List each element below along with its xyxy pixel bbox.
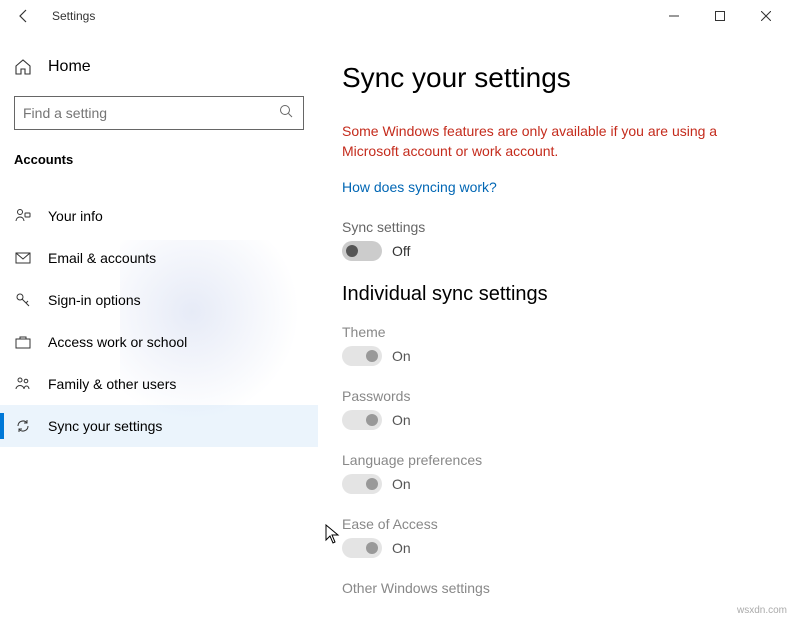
toggle-state: On — [392, 540, 411, 556]
sync-settings-label: Sync settings — [342, 219, 757, 235]
sync-icon — [14, 417, 34, 435]
search-input[interactable] — [23, 105, 279, 121]
language-toggle[interactable] — [342, 474, 382, 494]
warning-text: Some Windows features are only available… — [342, 122, 722, 161]
sidebar-item-family[interactable]: Family & other users — [0, 363, 318, 405]
people-icon — [14, 375, 34, 393]
sidebar-item-work[interactable]: Access work or school — [0, 321, 318, 363]
watermark: wsxdn.com — [737, 605, 787, 616]
category-title: Accounts — [0, 152, 318, 167]
theme-label: Theme — [342, 324, 757, 340]
search-box[interactable] — [14, 96, 304, 130]
toggle-state: On — [392, 476, 411, 492]
briefcase-icon — [14, 333, 34, 351]
app-title: Settings — [52, 9, 95, 23]
theme-toggle[interactable] — [342, 346, 382, 366]
sidebar-item-email[interactable]: Email & accounts — [0, 237, 318, 279]
maximize-button[interactable] — [697, 0, 743, 32]
language-label: Language preferences — [342, 452, 757, 468]
sidebar: Home Accounts Your info Email & accounts… — [0, 32, 318, 618]
sidebar-item-sync[interactable]: Sync your settings — [0, 405, 318, 447]
other-label: Other Windows settings — [342, 580, 757, 596]
titlebar: Settings — [0, 0, 789, 32]
ease-label: Ease of Access — [342, 516, 757, 532]
passwords-toggle[interactable] — [342, 410, 382, 430]
sidebar-item-label: Family & other users — [48, 376, 176, 392]
sidebar-item-label: Sign-in options — [48, 292, 141, 308]
toggle-state: On — [392, 412, 411, 428]
sidebar-item-label: Email & accounts — [48, 250, 156, 266]
section-title: Individual sync settings — [342, 283, 757, 306]
person-icon — [14, 207, 34, 225]
back-button[interactable] — [0, 0, 48, 32]
help-link[interactable]: How does syncing work? — [342, 179, 497, 195]
key-icon — [14, 291, 34, 309]
window-controls — [651, 0, 789, 32]
sync-settings-toggle[interactable] — [342, 241, 382, 261]
sidebar-item-your-info[interactable]: Your info — [0, 195, 318, 237]
toggle-state: On — [392, 348, 411, 364]
search-icon — [279, 104, 295, 123]
main-content: Sync your settings Some Windows features… — [318, 32, 789, 618]
passwords-label: Passwords — [342, 388, 757, 404]
home-nav[interactable]: Home — [0, 50, 318, 84]
sidebar-item-label: Your info — [48, 208, 103, 224]
toggle-state: Off — [392, 243, 410, 259]
page-title: Sync your settings — [342, 62, 757, 94]
home-icon — [14, 58, 34, 76]
sidebar-item-label: Sync your settings — [48, 418, 162, 434]
email-icon — [14, 249, 34, 267]
sidebar-item-signin[interactable]: Sign-in options — [0, 279, 318, 321]
minimize-button[interactable] — [651, 0, 697, 32]
home-label: Home — [48, 58, 91, 76]
sidebar-item-label: Access work or school — [48, 334, 187, 350]
ease-toggle[interactable] — [342, 538, 382, 558]
close-button[interactable] — [743, 0, 789, 32]
